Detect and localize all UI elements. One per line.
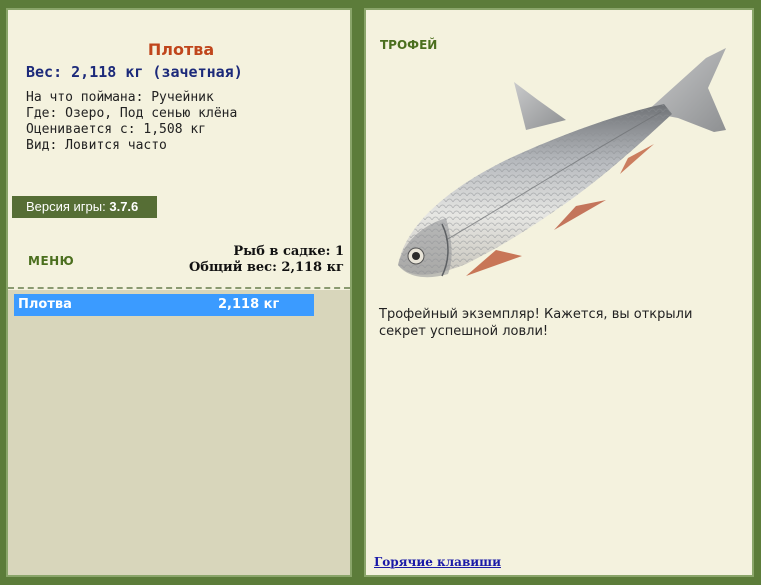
fish-name-title: Плотва	[147, 40, 215, 59]
fish-place: Где: Озеро, Под сенью клёна	[26, 106, 238, 121]
list-item[interactable]: Плотва 2,118 кг	[14, 294, 314, 316]
catch-info-panel: Плотва Вес: 2,118 кг (зачетная) На что п…	[6, 8, 352, 577]
list-item-weight: 2,118 кг	[218, 297, 280, 312]
fish-species: Вид: Ловится часто	[26, 138, 167, 153]
list-item-name: Плотва	[18, 297, 72, 312]
trophy-panel: ТРОФЕЙ Трофейный экземпляр! Кажется, вы …	[364, 8, 754, 577]
menu-button[interactable]: МЕНЮ	[28, 254, 74, 268]
keepnet-stats: Рыб в садке: 1 Общий вес: 2,118 кг	[189, 244, 344, 276]
version-value: 3.7.6	[109, 199, 139, 214]
version-label: Версия игры:	[26, 199, 106, 214]
hotkeys-link[interactable]: Горячие клавиши	[374, 555, 501, 569]
divider	[8, 287, 350, 289]
fish-weight: Вес: 2,118 кг (зачетная)	[26, 63, 243, 81]
total-weight: Общий вес: 2,118 кг	[188, 260, 344, 275]
fish-count: Рыб в садке: 1	[233, 244, 344, 259]
fish-image	[398, 48, 726, 278]
fish-min-weight: Оценивается с: 1,508 кг	[26, 122, 207, 137]
trophy-description: Трофейный экземпляр! Кажется, вы открыли…	[379, 307, 693, 339]
fish-bait: На что поймана: Ручейник	[26, 90, 214, 105]
version-badge: Версия игры: 3.7.6	[12, 196, 157, 218]
catch-list: Плотва 2,118 кг	[8, 290, 350, 575]
trophy-heading: ТРОФЕЙ	[380, 38, 438, 52]
